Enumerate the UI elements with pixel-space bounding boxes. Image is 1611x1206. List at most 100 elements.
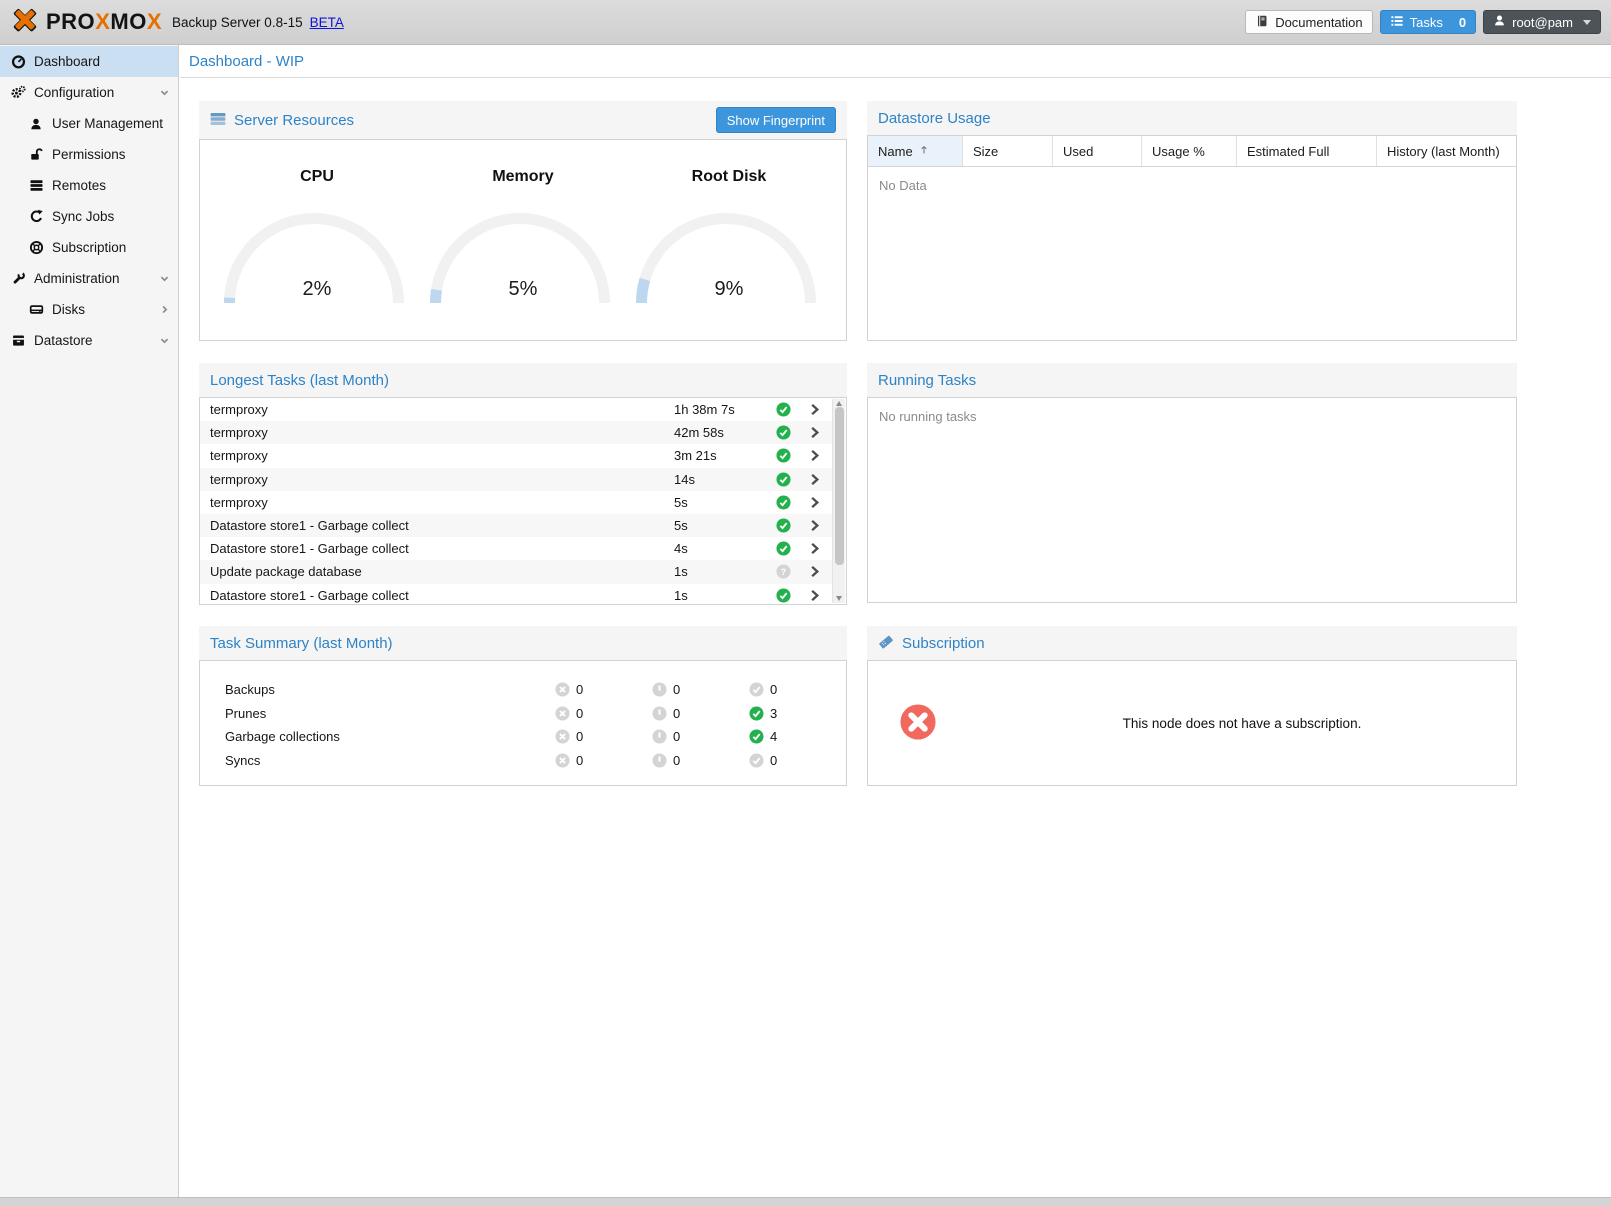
subscription-body: This node does not have a subscription. [867, 660, 1517, 786]
server-bars-icon [210, 111, 226, 130]
open-task-chevron-icon[interactable] [796, 518, 832, 533]
open-task-chevron-icon[interactable] [796, 495, 832, 510]
book-icon [1255, 14, 1269, 31]
warning-icon [652, 729, 667, 744]
column-header-size[interactable]: Size [963, 136, 1053, 166]
open-task-chevron-icon[interactable] [796, 588, 832, 603]
open-task-chevron-icon[interactable] [796, 564, 832, 579]
memory-gauge: Memory 5% [427, 168, 619, 307]
product-version: Backup Server 0.8-15 [172, 15, 303, 30]
sidebar-item-remotes[interactable]: Remotes [0, 170, 178, 201]
longest-tasks-panel: Longest Tasks (last Month) termproxy 1h … [199, 363, 847, 605]
task-row[interactable]: Datastore store1 - Garbage collect 4s ? [200, 537, 832, 560]
wrench-icon [10, 271, 26, 286]
remotes-icon [28, 178, 44, 193]
longest-tasks-scrollbar[interactable] [832, 399, 845, 603]
longest-tasks-header: Longest Tasks (last Month) [199, 363, 847, 397]
ok-icon [776, 588, 791, 603]
longest-tasks-list: termproxy 1h 38m 7s ? termproxy 42m 58s [200, 398, 832, 604]
sidebar-item-user-management[interactable]: User Management [0, 108, 178, 139]
task-row[interactable]: Update package database 1s ? [200, 560, 832, 583]
tasks-button[interactable]: Tasks 0 [1380, 10, 1476, 34]
task-summary-panel: Task Summary (last Month) Backups 0 0 [199, 626, 847, 786]
proxmox-backup-dashboard: PROXMOX Backup Server 0.8-15 BETA Docume… [0, 0, 1611, 1206]
column-header-history[interactable]: History (last Month) [1377, 136, 1516, 166]
sync-icon [28, 209, 44, 224]
datastore-usage-body: Name Size Used Usage % Estimated Full Hi… [867, 135, 1517, 341]
sidebar-item-disks[interactable]: Disks [0, 294, 178, 325]
sidebar-item-configuration[interactable]: Configuration [0, 77, 178, 108]
ok-icon [776, 402, 791, 417]
subscription-message: This node does not have a subscription. [968, 716, 1516, 731]
column-header-used[interactable]: Used [1053, 136, 1142, 166]
scrollbar-thumb[interactable] [835, 407, 844, 565]
ok-icon [776, 425, 791, 440]
datastore-empty-text: No Data [868, 167, 1516, 193]
running-tasks-title: Running Tasks [878, 372, 976, 389]
no-subscription-icon [900, 704, 936, 743]
tasks-count-badge: 0 [1459, 15, 1466, 30]
ok-icon [776, 518, 791, 533]
column-header-name[interactable]: Name [868, 136, 963, 166]
documentation-button[interactable]: Documentation [1245, 10, 1372, 34]
scroll-down-icon[interactable] [836, 596, 842, 601]
open-task-chevron-icon[interactable] [796, 448, 832, 463]
task-row[interactable]: termproxy 3m 21s ? [200, 444, 832, 467]
user-icon [1493, 14, 1506, 30]
longest-tasks-title: Longest Tasks (last Month) [210, 372, 389, 389]
user-menu-button[interactable]: root@pam [1483, 10, 1601, 34]
ok-icon [776, 495, 791, 510]
user-icon [28, 117, 44, 131]
ok-icon [776, 541, 791, 556]
chevron-right-icon [159, 304, 170, 315]
cpu-gauge: CPU 2% [221, 168, 413, 307]
sidebar-item-permissions[interactable]: Permissions [0, 139, 178, 170]
error-icon [555, 706, 570, 721]
disks-icon [28, 302, 44, 317]
task-row[interactable]: Datastore store1 - Garbage collect 1s ? [200, 584, 832, 606]
chevron-down-icon [159, 335, 170, 346]
error-icon [555, 753, 570, 768]
show-fingerprint-button[interactable]: Show Fingerprint [716, 107, 836, 133]
server-resources-title: Server Resources [234, 112, 354, 129]
column-header-estimated-full[interactable]: Estimated Full [1237, 136, 1377, 166]
sidebar-item-administration[interactable]: Administration [0, 263, 178, 294]
warning-icon [652, 753, 667, 768]
beta-link[interactable]: BETA [310, 15, 344, 30]
chevron-down-icon [1583, 20, 1591, 25]
open-task-chevron-icon[interactable] [796, 541, 832, 556]
task-row[interactable]: termproxy 5s ? [200, 491, 832, 514]
task-row[interactable]: termproxy 14s ? [200, 468, 832, 491]
task-summary-header: Task Summary (last Month) [199, 626, 847, 660]
ok-icon [749, 729, 764, 744]
sidebar-item-sync-jobs[interactable]: Sync Jobs [0, 201, 178, 232]
ok-icon [749, 706, 764, 721]
task-list-icon [1390, 14, 1404, 31]
question-icon: ? [776, 564, 791, 579]
sidebar-item-subscription[interactable]: Subscription [0, 232, 178, 263]
ok-icon [776, 472, 791, 487]
main-content: Dashboard - WIP Server Resources Show Fi… [180, 45, 1611, 1197]
topbar: PROXMOX Backup Server 0.8-15 BETA Docume… [0, 0, 1611, 45]
svg-text:?: ? [780, 567, 786, 577]
task-row[interactable]: termproxy 1h 38m 7s ? [200, 398, 832, 421]
open-task-chevron-icon[interactable] [796, 402, 832, 417]
open-task-chevron-icon[interactable] [796, 425, 832, 440]
proxmox-brand: PROXMOX [10, 5, 162, 40]
task-row[interactable]: Datastore store1 - Garbage collect 5s ? [200, 514, 832, 537]
column-header-usage-pct[interactable]: Usage % [1142, 136, 1237, 166]
warning-icon [652, 706, 667, 721]
datastore-usage-title: Datastore Usage [878, 110, 991, 127]
subscription-header: Subscription [867, 626, 1517, 660]
task-row[interactable]: termproxy 42m 58s ? [200, 421, 832, 444]
sidebar: Dashboard Configuration User Management … [0, 45, 179, 1197]
scroll-up-icon[interactable] [836, 401, 842, 406]
root-disk-gauge: Root Disk 9% [633, 168, 825, 307]
sidebar-item-dashboard[interactable]: Dashboard [0, 46, 178, 77]
brand-wordmark: PROXMOX [46, 9, 162, 35]
open-task-chevron-icon[interactable] [796, 472, 832, 487]
datastore-usage-header: Datastore Usage [867, 101, 1517, 135]
proxmox-logo-icon [10, 5, 40, 40]
summary-row-syncs: Syncs 0 0 0 [200, 749, 846, 773]
sidebar-item-datastore[interactable]: Datastore [0, 325, 178, 356]
